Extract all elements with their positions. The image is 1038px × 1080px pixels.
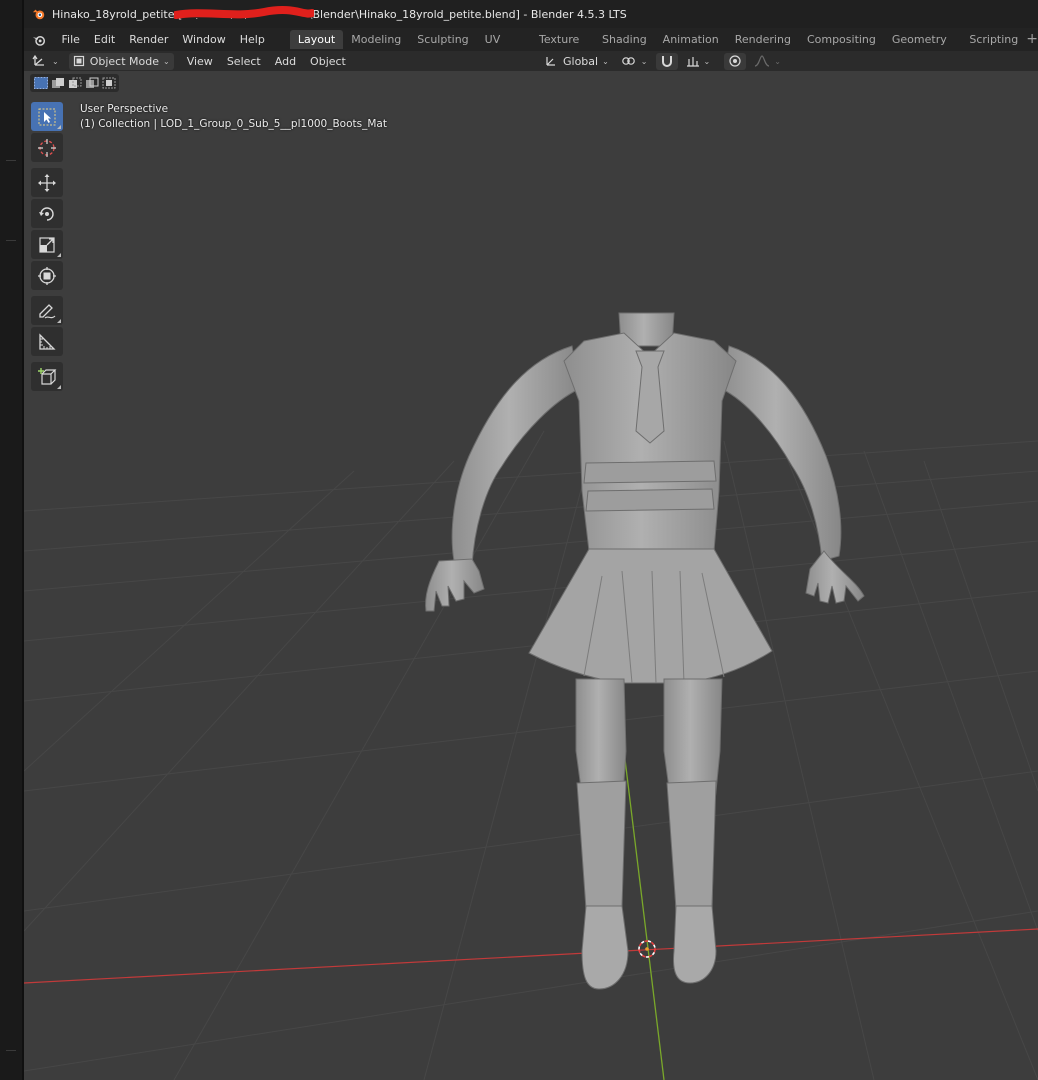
- tool-cursor[interactable]: [31, 133, 63, 162]
- mode-label: Object Mode: [89, 54, 159, 68]
- tab-modeling[interactable]: Modeling: [343, 30, 409, 49]
- select-mode-bar: [30, 74, 119, 92]
- tool-transform[interactable]: [31, 261, 63, 290]
- chevron-down-icon: ⌄: [52, 56, 59, 66]
- menu-view[interactable]: View: [180, 53, 220, 70]
- menu-render[interactable]: Render: [122, 30, 175, 49]
- tab-texture-paint[interactable]: Texture Paint: [531, 30, 594, 65]
- window-titlebar: Hinako_18yrold_petite [C:\Users\...\Docu…: [24, 0, 1038, 28]
- menu-add[interactable]: Add: [268, 53, 303, 70]
- redaction-mark: [174, 6, 314, 19]
- tool-move[interactable]: [31, 168, 63, 197]
- tab-compositing[interactable]: Compositing: [799, 30, 884, 49]
- select-box-icon: [38, 108, 56, 125]
- pivot-link-icon: [621, 57, 635, 65]
- editor-type-button[interactable]: ⌄: [28, 53, 63, 70]
- add-workspace-icon[interactable]: +: [1026, 30, 1038, 49]
- tool-rotate[interactable]: [31, 199, 63, 228]
- pivot-point-dropdown[interactable]: ⌄: [617, 53, 652, 70]
- tool-shelf: [31, 102, 65, 393]
- falloff-curve-icon: [755, 55, 770, 67]
- magnet-icon: [661, 56, 672, 67]
- orientation-label: Global: [563, 54, 599, 68]
- move-icon: [38, 173, 56, 192]
- select-intersect-icon[interactable]: [102, 77, 116, 89]
- tab-geometry-nodes[interactable]: Geometry Nodes: [884, 30, 961, 65]
- orientation-icon: [546, 57, 555, 66]
- menu-help[interactable]: Help: [233, 30, 272, 49]
- measure-ruler-icon: [39, 332, 56, 350]
- falloff-dropdown[interactable]: ⌄: [750, 53, 785, 70]
- scale-icon: [39, 236, 55, 253]
- blender-menu-icon[interactable]: [32, 32, 46, 48]
- 3d-cursor-icon: [638, 940, 656, 958]
- add-cube-icon: [38, 367, 57, 385]
- viewport-collection-label: (1) Collection | LOD_1_Group_0_Sub_5__pl…: [80, 118, 387, 130]
- tool-annotate[interactable]: [31, 296, 63, 325]
- chevron-down-icon: ⌄: [703, 56, 711, 66]
- tool-add-cube[interactable]: [31, 362, 63, 391]
- menu-select[interactable]: Select: [220, 53, 268, 70]
- tab-scripting[interactable]: Scripting: [961, 30, 1026, 49]
- snap-target-dropdown[interactable]: ⌄: [682, 53, 715, 70]
- tab-animation[interactable]: Animation: [655, 30, 727, 49]
- menu-window[interactable]: Window: [175, 30, 232, 49]
- cursor-icon: [38, 138, 56, 157]
- transform-orientation-dropdown[interactable]: Global ⌄: [540, 53, 613, 70]
- select-invert-icon[interactable]: [85, 77, 99, 89]
- tab-rendering[interactable]: Rendering: [727, 30, 799, 49]
- tab-layout[interactable]: Layout: [289, 30, 344, 49]
- snap-increment-icon: [686, 57, 699, 67]
- tool-measure[interactable]: [31, 327, 63, 356]
- transform-icon: [38, 266, 56, 285]
- tab-uv-editing[interactable]: UV Editing: [477, 30, 531, 65]
- tab-sculpting[interactable]: Sculpting: [409, 30, 476, 49]
- character-model[interactable]: [24, 71, 1038, 1080]
- header-right-controls: Global ⌄ ⌄ ⌄ ⌄: [536, 51, 785, 71]
- chevron-down-icon: ⌄: [774, 56, 781, 66]
- chevron-down-icon: ⌄: [602, 56, 609, 66]
- tool-scale[interactable]: [31, 230, 63, 259]
- window-title: Hinako_18yrold_petite [C:\Users\...\Docu…: [52, 7, 627, 21]
- top-menubar: File Edit Render Window Help Layout Mode…: [24, 28, 1038, 65]
- menu-object[interactable]: Object: [303, 53, 353, 70]
- adjacent-window-strip: [0, 0, 24, 1080]
- viewport-perspective-label: User Perspective: [80, 103, 169, 115]
- annotate-pencil-icon: [39, 303, 56, 318]
- workspace-tabs: Layout Modeling Sculpting UV Editing Tex…: [289, 30, 1038, 65]
- viewport-header: ⌄ Object Mode ⌄ View Select Add Object G…: [24, 51, 1038, 71]
- tool-select-box[interactable]: [31, 102, 63, 131]
- mode-dropdown[interactable]: Object Mode ⌄: [68, 52, 174, 70]
- select-extend-icon[interactable]: [51, 77, 65, 89]
- menu-edit[interactable]: Edit: [87, 30, 122, 49]
- 3d-viewport[interactable]: User Perspective (1) Collection | LOD_1_…: [24, 71, 1038, 1080]
- menu-file[interactable]: File: [54, 30, 86, 49]
- proportional-edit-toggle[interactable]: [724, 52, 747, 70]
- tab-shading[interactable]: Shading: [594, 30, 655, 49]
- select-new-icon[interactable]: [33, 77, 48, 89]
- rotate-icon: [39, 206, 54, 221]
- object-mode-icon: [73, 55, 84, 67]
- chevron-down-icon: ⌄: [640, 56, 648, 66]
- chevron-down-icon: ⌄: [163, 56, 170, 66]
- snap-toggle[interactable]: [655, 52, 678, 70]
- proportional-edit-icon: [729, 55, 741, 67]
- blender-logo-icon: [32, 9, 45, 20]
- select-subtract-icon[interactable]: [68, 77, 82, 89]
- axes-editor-icon: [32, 54, 44, 66]
